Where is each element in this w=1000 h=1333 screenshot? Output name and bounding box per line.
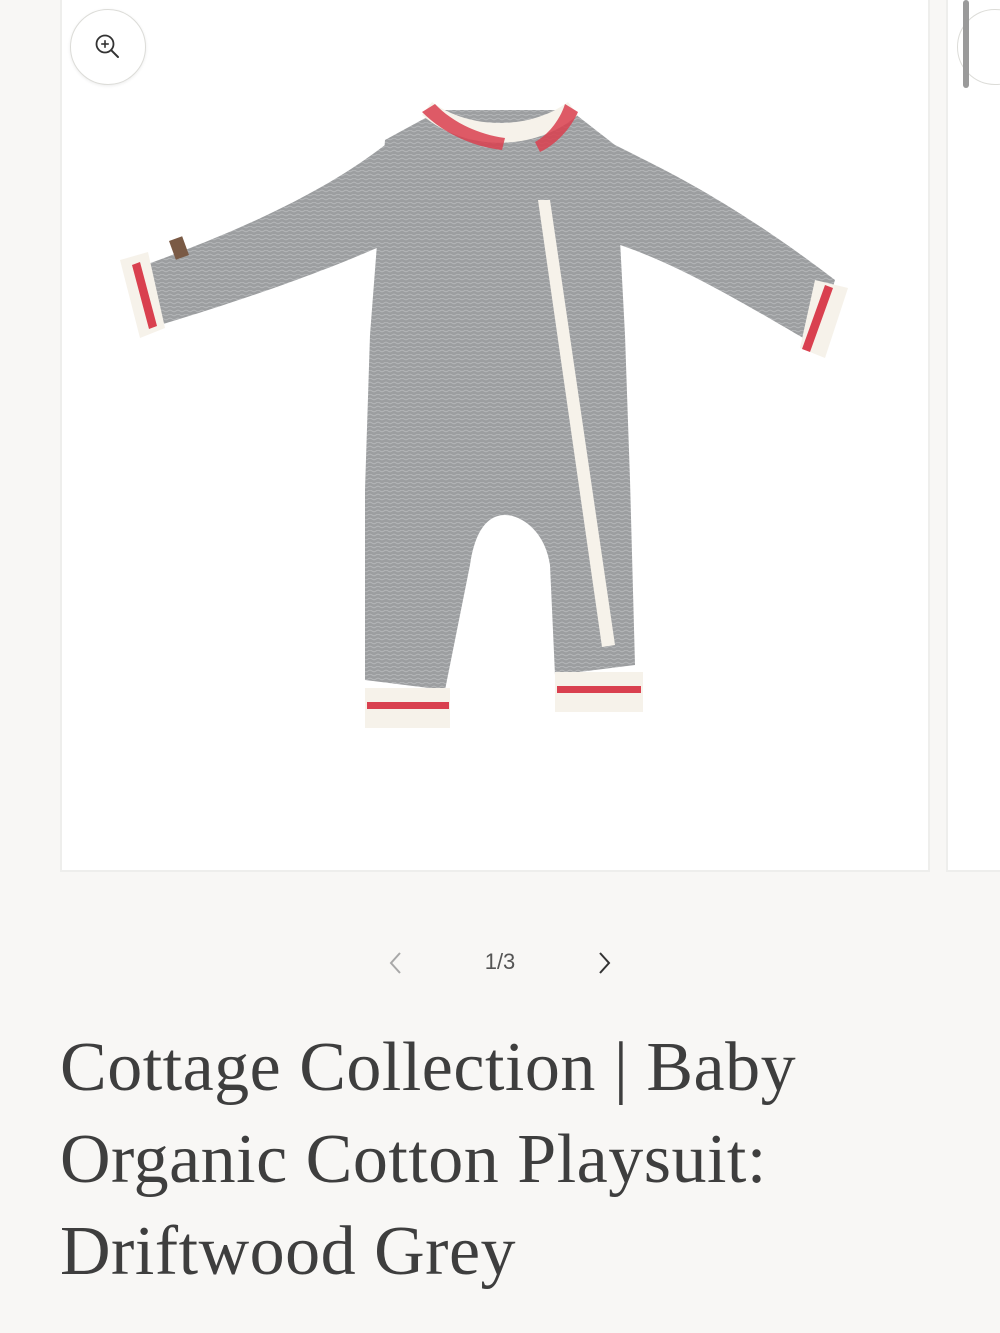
gallery-pagination: 1/3 (0, 935, 1000, 995)
chevron-left-icon (389, 952, 401, 974)
zoom-button[interactable] (70, 9, 146, 85)
next-slide-button[interactable] (584, 943, 624, 983)
product-title-line: Cottage Collection | Baby (60, 1029, 797, 1106)
baby-playsuit-image[interactable] (110, 90, 890, 740)
product-title-line: Organic Cotton Playsuit: (60, 1121, 767, 1198)
product-title: Cottage Collection | Baby Organic Cotton… (60, 1022, 940, 1298)
scrollbar-thumb[interactable] (963, 0, 969, 88)
chevron-right-icon (599, 952, 611, 974)
slide-counter: 1/3 (484, 949, 516, 974)
product-title-line: Driftwood Grey (60, 1213, 517, 1290)
next-media-card-peek[interactable] (946, 0, 1000, 872)
previous-slide-button[interactable] (376, 943, 416, 983)
zoom-in-icon (95, 34, 119, 58)
product-gallery (0, 0, 1000, 880)
